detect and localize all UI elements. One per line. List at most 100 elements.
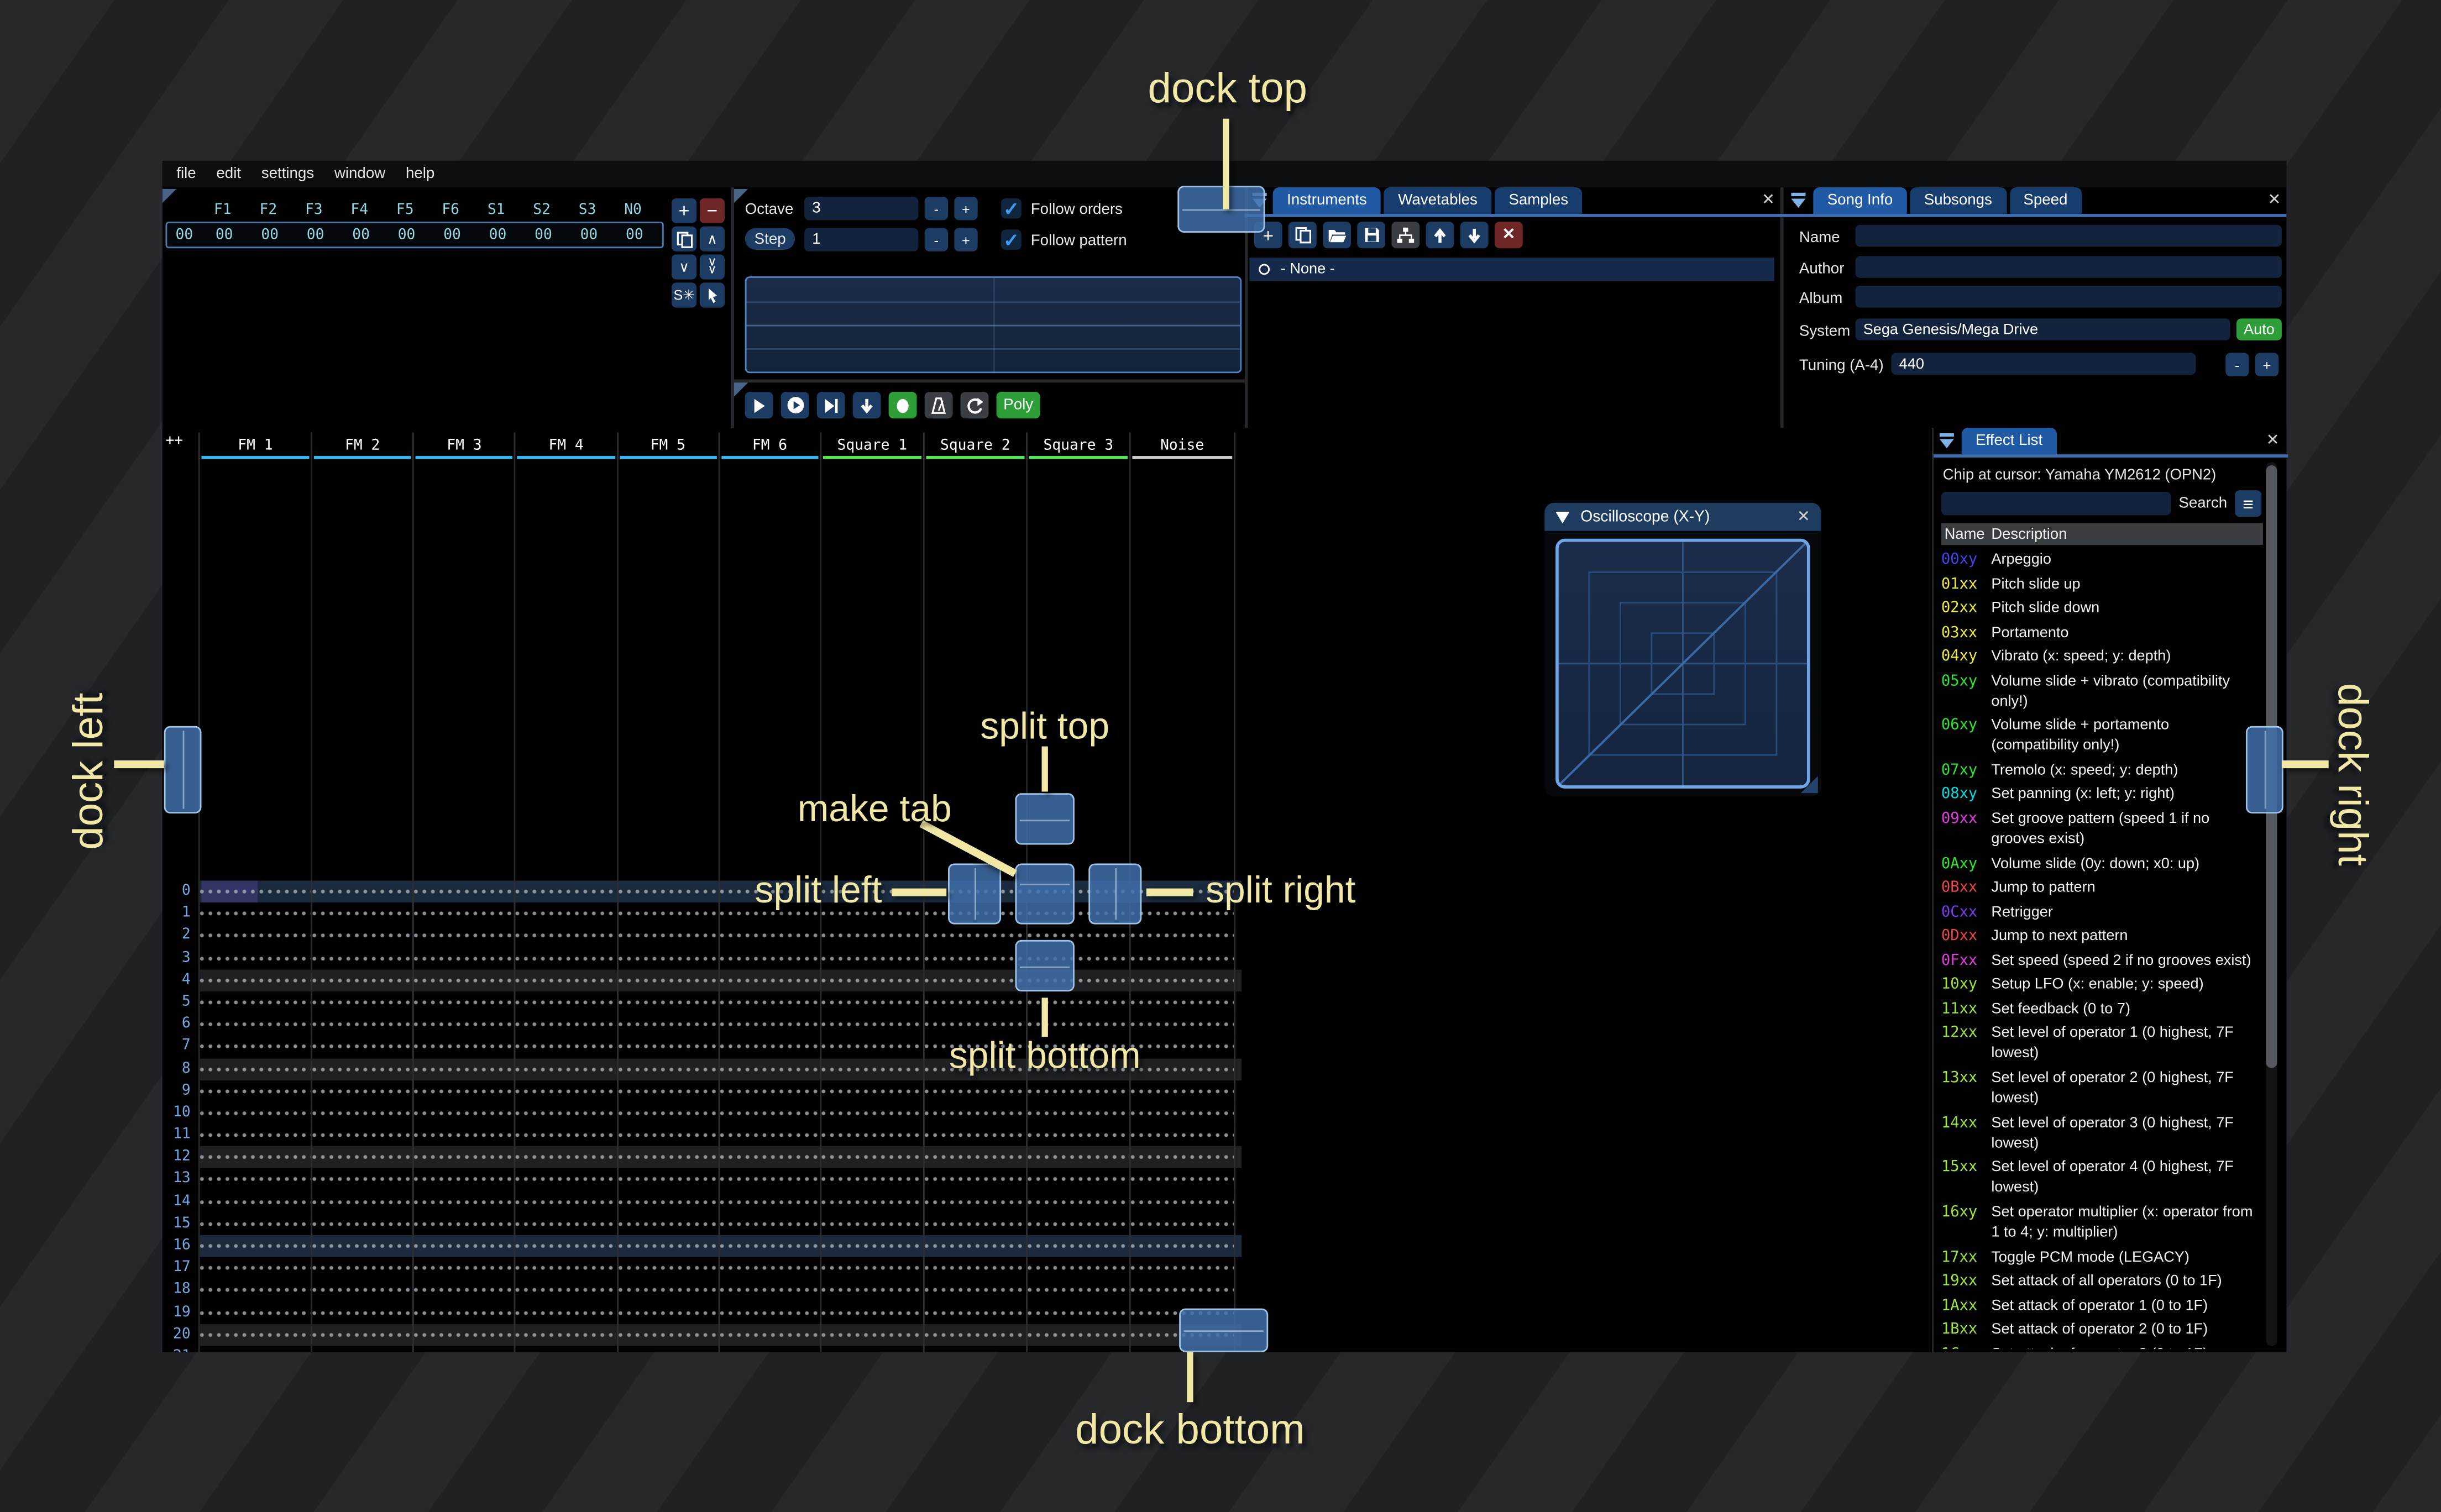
oscilloscope-titlebar[interactable]: Oscilloscope (X-Y) ✕ bbox=[1544, 502, 1821, 531]
duplicate-order-end-button[interactable]: ∨ ∨ bbox=[699, 254, 725, 280]
dock-left-target[interactable] bbox=[164, 726, 202, 814]
effect-row[interactable]: 06xy Volume slide + portamento (compatib… bbox=[1941, 716, 2266, 757]
orders-cell[interactable]: 00 bbox=[566, 227, 611, 244]
pattern-row[interactable]: 5 bbox=[163, 991, 1242, 1014]
pattern-row[interactable]: 6 bbox=[163, 1014, 1242, 1036]
collapse-triangle-icon[interactable] bbox=[1555, 510, 1570, 523]
pattern-row[interactable]: 1 bbox=[163, 902, 1242, 925]
delete-instrument-button[interactable]: ✕ bbox=[1494, 222, 1523, 249]
collapse-panel-icon[interactable] bbox=[1938, 433, 1955, 450]
pattern-row[interactable]: 19 bbox=[163, 1301, 1242, 1324]
order-edit-mode-button[interactable] bbox=[699, 282, 725, 308]
resize-grip[interactable] bbox=[1800, 776, 1818, 794]
channel-header[interactable]: Noise bbox=[1130, 432, 1235, 459]
pattern-row[interactable]: 9 bbox=[163, 1080, 1242, 1102]
octave-plus-button[interactable]: + bbox=[954, 197, 978, 221]
tab-effect-list[interactable]: Effect List bbox=[1961, 428, 2057, 455]
effect-row[interactable]: 07xy Tremolo (x: speed; y: depth) bbox=[1941, 760, 2266, 781]
orders-row[interactable]: 00 00 00 00 00 00 00 00 00 00 00 bbox=[165, 222, 664, 249]
instrument-down-button[interactable] bbox=[1460, 222, 1489, 249]
system-input[interactable]: Sega Genesis/Mega Drive bbox=[1855, 318, 2230, 340]
pattern-row[interactable]: 16 bbox=[163, 1235, 1242, 1257]
follow-pattern-checkbox[interactable]: ✓ bbox=[1001, 229, 1022, 250]
orders-cell[interactable]: 00 bbox=[429, 227, 475, 244]
album-input[interactable] bbox=[1855, 286, 2282, 308]
tab[interactable]: Wavetables bbox=[1384, 187, 1492, 214]
effect-row[interactable]: 13xx Set level of operator 2 (0 highest,… bbox=[1941, 1068, 2266, 1109]
pattern-row[interactable]: 21 bbox=[163, 1346, 1242, 1352]
menu-item[interactable]: edit bbox=[216, 165, 241, 182]
add-order-button[interactable]: + bbox=[671, 198, 697, 224]
step-minus-button[interactable]: - bbox=[924, 228, 949, 251]
close-icon[interactable]: ✕ bbox=[2267, 192, 2281, 209]
channel-header[interactable]: FM 1 bbox=[200, 432, 313, 459]
split-top-target[interactable] bbox=[1015, 793, 1075, 845]
toggle-folders-button[interactable] bbox=[1391, 222, 1420, 249]
instrument-list-item[interactable]: - None - bbox=[1249, 258, 1774, 281]
pattern-row[interactable]: 0 bbox=[163, 880, 1242, 903]
step-row-button[interactable] bbox=[852, 392, 881, 419]
dock-bottom-target[interactable] bbox=[1179, 1308, 1269, 1352]
orders-cell[interactable]: 00 bbox=[612, 227, 657, 244]
column-name[interactable]: Name bbox=[1941, 526, 1991, 543]
tuning-plus-button[interactable]: + bbox=[2255, 353, 2279, 376]
tab[interactable]: Instruments bbox=[1272, 187, 1381, 214]
pattern-row[interactable]: 20 bbox=[163, 1324, 1242, 1346]
orders-cell[interactable]: 00 bbox=[521, 227, 566, 244]
effect-row[interactable]: 04xy Vibrato (x: speed; y: depth) bbox=[1941, 647, 2266, 667]
pattern-row[interactable]: 3 bbox=[163, 947, 1242, 969]
channel-header[interactable]: FM 4 bbox=[516, 432, 618, 459]
pattern-row[interactable]: 12 bbox=[163, 1146, 1242, 1169]
effect-row[interactable]: 09xx Set groove pattern (speed 1 if no g… bbox=[1941, 809, 2266, 850]
effect-row[interactable]: 02xx Pitch slide down bbox=[1941, 598, 2266, 618]
close-icon[interactable]: ✕ bbox=[2266, 433, 2280, 450]
effect-row[interactable]: 05xy Volume slide + vibrato (compatibili… bbox=[1941, 671, 2266, 712]
change-all-orders-button[interactable]: S✳ bbox=[671, 282, 697, 308]
name-input[interactable] bbox=[1855, 224, 2282, 247]
effect-row[interactable]: 08xy Set panning (x: left; y: right) bbox=[1941, 784, 2266, 805]
effect-row[interactable]: 0Cxx Retrigger bbox=[1941, 902, 2266, 922]
tab[interactable]: Samples bbox=[1494, 187, 1583, 214]
channel-header[interactable]: FM 3 bbox=[414, 432, 516, 459]
menu-item[interactable]: settings bbox=[261, 165, 314, 182]
collapse-panel-icon[interactable] bbox=[1790, 192, 1807, 209]
tuning-input[interactable]: 440 bbox=[1891, 353, 2196, 375]
auto-system-button[interactable]: Auto bbox=[2236, 318, 2282, 340]
octave-input[interactable]: 3 bbox=[804, 197, 919, 221]
step-input[interactable]: 1 bbox=[804, 228, 919, 251]
effect-row[interactable]: 12xx Set level of operator 1 (0 highest,… bbox=[1941, 1023, 2266, 1064]
effect-row[interactable]: 10xy Setup LFO (x: enable; y: speed) bbox=[1941, 974, 2266, 995]
menu-item[interactable]: window bbox=[334, 165, 385, 182]
make-tab-target[interactable] bbox=[1015, 863, 1075, 925]
effect-row[interactable]: 03xx Portamento bbox=[1941, 622, 2266, 643]
open-instrument-button[interactable] bbox=[1323, 222, 1351, 249]
play-button[interactable] bbox=[745, 392, 773, 419]
effect-row[interactable]: 15xx Set level of operator 4 (0 highest,… bbox=[1941, 1157, 2266, 1199]
pattern-row[interactable]: 2 bbox=[163, 925, 1242, 947]
pattern-row[interactable]: 18 bbox=[163, 1279, 1242, 1302]
orders-cell[interactable]: 00 bbox=[247, 227, 292, 244]
oscilloscope-window[interactable]: Oscilloscope (X-Y) ✕ bbox=[1544, 502, 1821, 796]
channel-header[interactable]: Square 2 bbox=[924, 432, 1028, 459]
effect-row[interactable]: 17xx Toggle PCM mode (LEGACY) bbox=[1941, 1247, 2266, 1267]
step-plus-button[interactable]: + bbox=[954, 228, 978, 251]
repeat-pattern-button[interactable] bbox=[960, 392, 989, 419]
channel-header[interactable]: FM 6 bbox=[720, 432, 821, 459]
tab[interactable]: Song Info bbox=[1813, 187, 1907, 214]
pattern-row[interactable]: 15 bbox=[163, 1212, 1242, 1235]
pattern-rows[interactable]: 0 1 2 3 4 5 6 7 8 9 10 11 12 13 14 15 16… bbox=[163, 880, 1242, 1352]
tuning-minus-button[interactable]: - bbox=[2225, 353, 2249, 376]
close-icon[interactable]: ✕ bbox=[1797, 508, 1810, 526]
channel-header[interactable]: Square 3 bbox=[1028, 432, 1131, 459]
effect-row[interactable]: 0Bxx Jump to pattern bbox=[1941, 878, 2266, 898]
effect-row[interactable]: 0Axy Volume slide (0y: down; x0: up) bbox=[1941, 853, 2266, 874]
effect-search-input[interactable] bbox=[1941, 492, 2171, 516]
duplicate-instrument-button[interactable] bbox=[1288, 222, 1317, 249]
poly-button[interactable]: Poly bbox=[996, 392, 1040, 419]
effect-row[interactable]: 16xy Set operator multiplier (x: operato… bbox=[1941, 1202, 2266, 1243]
effect-row[interactable]: 00xy Arpeggio bbox=[1941, 550, 2266, 570]
split-right-target[interactable] bbox=[1088, 863, 1142, 925]
orders-cell[interactable]: 00 bbox=[475, 227, 520, 244]
effect-row[interactable]: 1Axx Set attack of operator 1 (0 to 1F) bbox=[1941, 1295, 2266, 1316]
octave-minus-button[interactable]: - bbox=[924, 197, 949, 221]
